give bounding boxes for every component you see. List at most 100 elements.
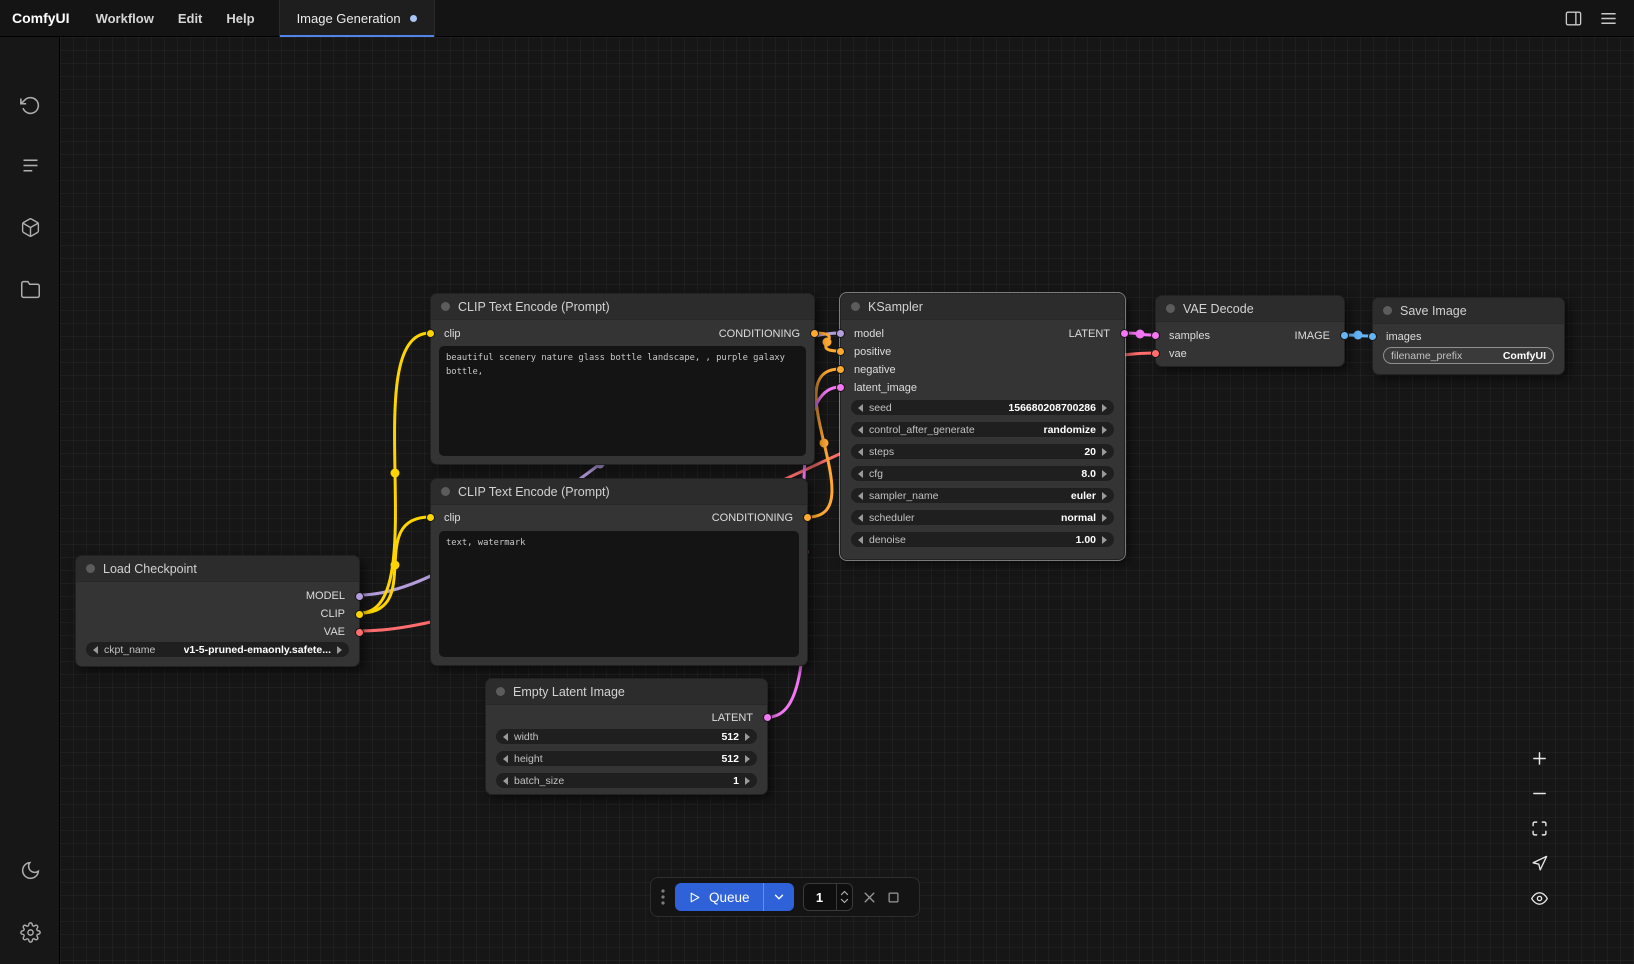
collapse-dot[interactable] <box>851 302 860 311</box>
input-dot-model[interactable] <box>836 329 845 338</box>
menu-workflow[interactable]: Workflow <box>84 11 166 26</box>
output-dot-conditioning[interactable] <box>810 329 819 338</box>
model-library-icon[interactable] <box>10 207 50 247</box>
node-header[interactable]: CLIP Text Encode (Prompt) <box>431 479 807 505</box>
decrement-icon[interactable] <box>858 536 863 544</box>
node-header[interactable]: VAE Decode <box>1156 296 1344 322</box>
node-save-image[interactable]: Save Image images filename_prefix ComfyU… <box>1372 297 1565 375</box>
steps-widget[interactable]: steps 20 <box>851 444 1114 459</box>
widget-value: ComfyUI <box>1503 350 1546 362</box>
queue-options-chevron-icon[interactable] <box>763 883 794 911</box>
history-icon[interactable] <box>10 85 50 125</box>
input-dot-clip[interactable] <box>426 513 435 522</box>
seed-widget[interactable]: seed 156680208700286 <box>851 400 1114 415</box>
node-clip-text-encode-positive[interactable]: CLIP Text Encode (Prompt) clip CONDITION… <box>430 293 815 465</box>
node-empty-latent-image[interactable]: Empty Latent Image LATENT width 512 heig… <box>485 678 768 795</box>
scheduler-widget[interactable]: scheduler normal <box>851 510 1114 525</box>
next-value-icon[interactable] <box>1102 514 1107 522</box>
clear-queue-icon[interactable] <box>862 890 877 905</box>
input-dot-clip[interactable] <box>426 329 435 338</box>
node-header[interactable]: Load Checkpoint <box>76 556 359 582</box>
batch-size-widget[interactable]: batch_size 1 <box>496 773 757 788</box>
collapse-dot[interactable] <box>86 564 95 573</box>
stop-icon[interactable] <box>886 890 901 905</box>
input-dot-positive[interactable] <box>836 347 845 356</box>
increment-icon[interactable] <box>745 755 750 763</box>
prev-value-icon[interactable] <box>858 514 863 522</box>
decrement-chevron-icon[interactable] <box>840 898 849 904</box>
prev-value-icon[interactable] <box>93 646 98 654</box>
menu-edit[interactable]: Edit <box>166 11 215 26</box>
output-dot-image[interactable] <box>1340 331 1349 340</box>
drag-handle-icon[interactable] <box>660 887 666 907</box>
collapse-dot[interactable] <box>496 687 505 696</box>
output-dot-latent[interactable] <box>1120 329 1129 338</box>
node-header[interactable]: CLIP Text Encode (Prompt) <box>431 294 814 320</box>
settings-gear-icon[interactable] <box>10 912 50 952</box>
collapse-dot[interactable] <box>441 302 450 311</box>
increment-icon[interactable] <box>745 733 750 741</box>
decrement-icon[interactable] <box>503 777 508 785</box>
node-header[interactable]: Save Image <box>1373 298 1564 324</box>
prev-value-icon[interactable] <box>858 492 863 500</box>
prev-value-icon[interactable] <box>858 426 863 434</box>
collapse-dot[interactable] <box>441 487 450 496</box>
decrement-icon[interactable] <box>858 470 863 478</box>
width-widget[interactable]: width 512 <box>496 729 757 744</box>
output-dot-conditioning[interactable] <box>803 513 812 522</box>
next-value-icon[interactable] <box>1102 492 1107 500</box>
node-header[interactable]: Empty Latent Image <box>486 679 767 705</box>
batch-count-spinner[interactable]: 1 <box>803 883 853 911</box>
theme-moon-icon[interactable] <box>10 850 50 890</box>
zoom-in-icon[interactable] <box>1522 745 1556 771</box>
input-dot-vae[interactable] <box>1151 349 1160 358</box>
prompt-textarea[interactable]: text, watermark <box>439 531 799 657</box>
cursor-arrow-icon[interactable] <box>1522 850 1556 876</box>
height-widget[interactable]: height 512 <box>496 751 757 766</box>
node-clip-text-encode-negative[interactable]: CLIP Text Encode (Prompt) clip CONDITION… <box>430 478 808 666</box>
increment-icon[interactable] <box>1102 536 1107 544</box>
panel-toggle-icon[interactable] <box>1564 9 1583 28</box>
output-dot-model[interactable] <box>355 592 364 601</box>
collapse-dot[interactable] <box>1383 306 1392 315</box>
collapse-dot[interactable] <box>1166 304 1175 313</box>
decrement-icon[interactable] <box>503 733 508 741</box>
tab-image-generation[interactable]: Image Generation <box>279 0 435 37</box>
output-dot-latent[interactable] <box>763 713 772 722</box>
eye-icon[interactable] <box>1522 885 1556 911</box>
queue-list-icon[interactable] <box>10 145 50 185</box>
input-dot-latent-image[interactable] <box>836 383 845 392</box>
increment-icon[interactable] <box>1102 470 1107 478</box>
input-dot-images[interactable] <box>1368 332 1377 341</box>
prompt-textarea[interactable]: beautiful scenery nature glass bottle la… <box>439 346 806 456</box>
input-dot-samples[interactable] <box>1151 331 1160 340</box>
output-dot-vae[interactable] <box>355 628 364 637</box>
denoise-widget[interactable]: denoise 1.00 <box>851 532 1114 547</box>
fit-view-icon[interactable] <box>1522 815 1556 841</box>
queue-button[interactable]: Queue <box>675 883 794 911</box>
increment-icon[interactable] <box>745 777 750 785</box>
ckpt-name-widget[interactable]: ckpt_name v1-5-pruned-emaonly.safete... <box>86 642 349 657</box>
node-header[interactable]: KSampler <box>841 294 1124 320</box>
control-after-generate-widget[interactable]: control_after_generate randomize <box>851 422 1114 437</box>
next-value-icon[interactable] <box>337 646 342 654</box>
input-dot-negative[interactable] <box>836 365 845 374</box>
decrement-icon[interactable] <box>858 404 863 412</box>
increment-icon[interactable] <box>1102 448 1107 456</box>
hamburger-menu-icon[interactable] <box>1599 9 1618 28</box>
next-value-icon[interactable] <box>1102 426 1107 434</box>
node-vae-decode[interactable]: VAE Decode samples vae IMAGE <box>1155 295 1345 367</box>
node-ksampler[interactable]: KSampler model positive negative latent_… <box>840 293 1125 560</box>
cfg-widget[interactable]: cfg 8.0 <box>851 466 1114 481</box>
zoom-out-icon[interactable] <box>1522 780 1556 806</box>
decrement-icon[interactable] <box>858 448 863 456</box>
decrement-icon[interactable] <box>503 755 508 763</box>
increment-icon[interactable] <box>1102 404 1107 412</box>
increment-chevron-icon[interactable] <box>840 890 849 896</box>
workflows-folder-icon[interactable] <box>10 269 50 309</box>
output-dot-clip[interactable] <box>355 610 364 619</box>
node-load-checkpoint[interactable]: Load Checkpoint MODEL CLIP VAE ckpt_name… <box>75 555 360 667</box>
sampler-name-widget[interactable]: sampler_name euler <box>851 488 1114 503</box>
filename-prefix-widget[interactable]: filename_prefix ComfyUI <box>1383 347 1554 364</box>
menu-help[interactable]: Help <box>214 11 266 26</box>
